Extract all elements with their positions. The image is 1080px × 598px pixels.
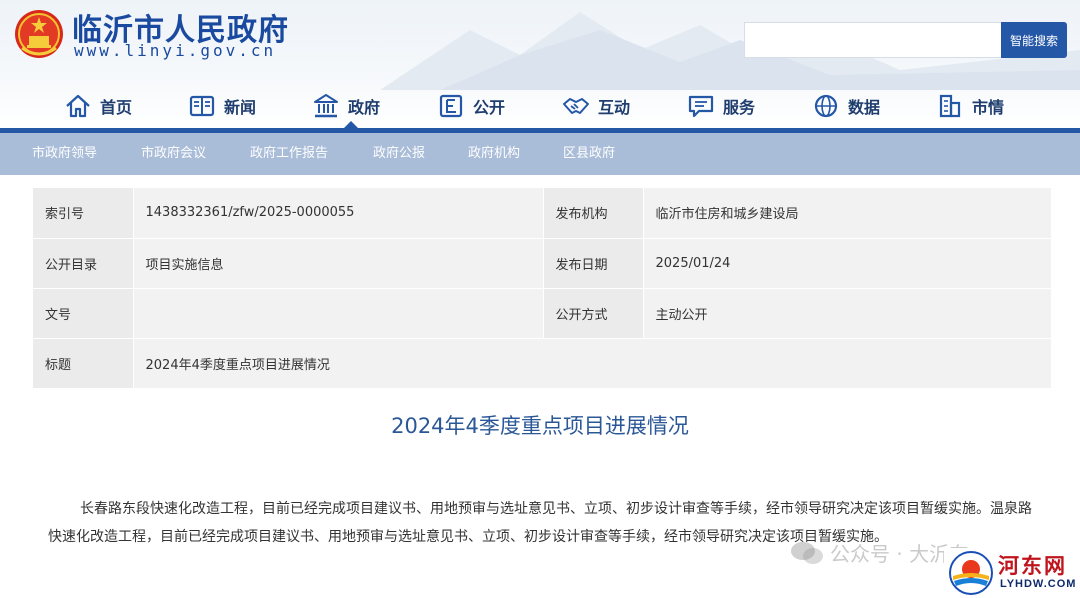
national-emblem-icon	[15, 10, 63, 58]
sub-nav-item[interactable]: 政府机构	[468, 133, 520, 175]
sub-nav-item[interactable]: 市政府领导	[32, 133, 97, 175]
handshake-icon	[563, 98, 589, 114]
wechat-icon	[791, 541, 823, 564]
sunrise-logo-icon	[949, 551, 993, 595]
document-title: 2024年4季度重点项目进展情况	[391, 414, 689, 438]
table-row: 标题 2024年4季度重点项目进展情况	[33, 338, 1051, 389]
site-header: 临沂市人民政府 www.linyi.gov.cn 智能搜索 首页 新闻 政府 公…	[0, 0, 1080, 130]
search-input[interactable]	[744, 22, 1002, 58]
method-value: 主动公开	[642, 288, 1051, 339]
newspaper-icon	[189, 95, 215, 117]
nav-label: 市情	[972, 98, 1005, 117]
nav-label: 数据	[848, 98, 881, 117]
method-label: 公开方式	[542, 288, 643, 339]
city-building-icon	[939, 94, 961, 118]
nav-item-service[interactable]: 服务	[687, 84, 755, 128]
index-value: 1438332361/zfw/2025-0000055	[132, 188, 543, 239]
wechat-watermark: 公众号 · 大沂东	[790, 538, 969, 567]
publisher-value: 临沂市住房和城乡建设局	[642, 188, 1051, 239]
disclosure-icon	[439, 94, 463, 118]
index-label: 索引号	[33, 188, 133, 239]
sub-nav-item[interactable]: 政府公报	[373, 133, 425, 175]
nav-label: 公开	[473, 98, 506, 117]
table-row: 文号 公开方式 主动公开	[33, 288, 1051, 339]
catalog-label: 公开目录	[33, 238, 133, 289]
nav-label: 服务	[723, 98, 756, 117]
nav-label: 首页	[100, 98, 133, 117]
docno-label: 文号	[33, 288, 133, 339]
main-nav: 首页 新闻 政府 公开 互动 服务 数据 市情	[0, 84, 1080, 128]
nav-item-news[interactable]: 新闻	[188, 84, 256, 128]
nav-item-interaction[interactable]: 互动	[562, 84, 630, 128]
nav-label: 新闻	[224, 98, 257, 117]
nav-label: 政府	[348, 98, 381, 117]
date-value: 2025/01/24	[642, 238, 1051, 289]
docno-value	[132, 288, 543, 339]
corner-logo-url: LYHDW.COM	[1000, 578, 1077, 590]
date-label: 发布日期	[542, 238, 643, 289]
nav-item-disclosure[interactable]: 公开	[437, 84, 505, 128]
publisher-label: 发布机构	[542, 188, 643, 239]
nav-item-home[interactable]: 首页	[64, 84, 132, 128]
table-row: 公开目录 项目实施信息 发布日期 2025/01/24	[33, 238, 1051, 289]
sub-nav-item[interactable]: 政府工作报告	[250, 133, 328, 175]
corner-logo-text: 河东网	[998, 553, 1067, 578]
document-info-table: 索引号 1438332361/zfw/2025-0000055 发布机构 临沂市…	[33, 188, 1051, 389]
nav-item-city-info[interactable]: 市情	[936, 84, 1004, 128]
government-building-icon	[314, 94, 338, 118]
corner-logo: 河东网 LYHDW.COM	[944, 548, 1080, 598]
home-icon	[66, 94, 90, 118]
search-button[interactable]: 智能搜索	[1001, 22, 1067, 58]
sub-nav-item[interactable]: 区县政府	[563, 133, 615, 175]
nav-item-data[interactable]: 数据	[812, 84, 880, 128]
data-globe-icon	[814, 94, 838, 118]
service-chat-icon	[688, 95, 714, 118]
title-label: 标题	[33, 338, 133, 389]
catalog-value: 项目实施信息	[132, 238, 543, 289]
sub-nav: 市政府领导 市政府会议 政府工作报告 政府公报 政府机构 区县政府	[0, 133, 1080, 175]
nav-label: 互动	[598, 98, 631, 117]
title-value: 2024年4季度重点项目进展情况	[132, 338, 1051, 389]
site-url: www.linyi.gov.cn	[74, 41, 277, 60]
table-row: 索引号 1438332361/zfw/2025-0000055 发布机构 临沂市…	[33, 188, 1051, 239]
sub-nav-item[interactable]: 市政府会议	[141, 133, 206, 175]
